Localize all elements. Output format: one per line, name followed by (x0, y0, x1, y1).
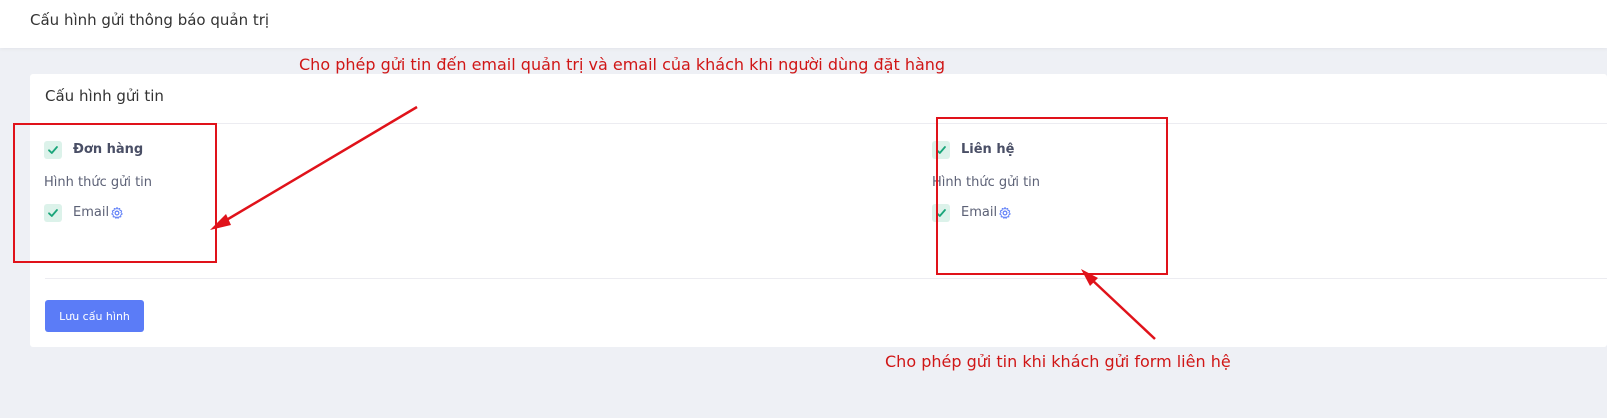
order-arrow-head (210, 214, 231, 230)
annotation-arrows (210, 105, 1156, 340)
order-arrow-line (217, 105, 418, 227)
contact-arrow-line (1089, 277, 1156, 340)
